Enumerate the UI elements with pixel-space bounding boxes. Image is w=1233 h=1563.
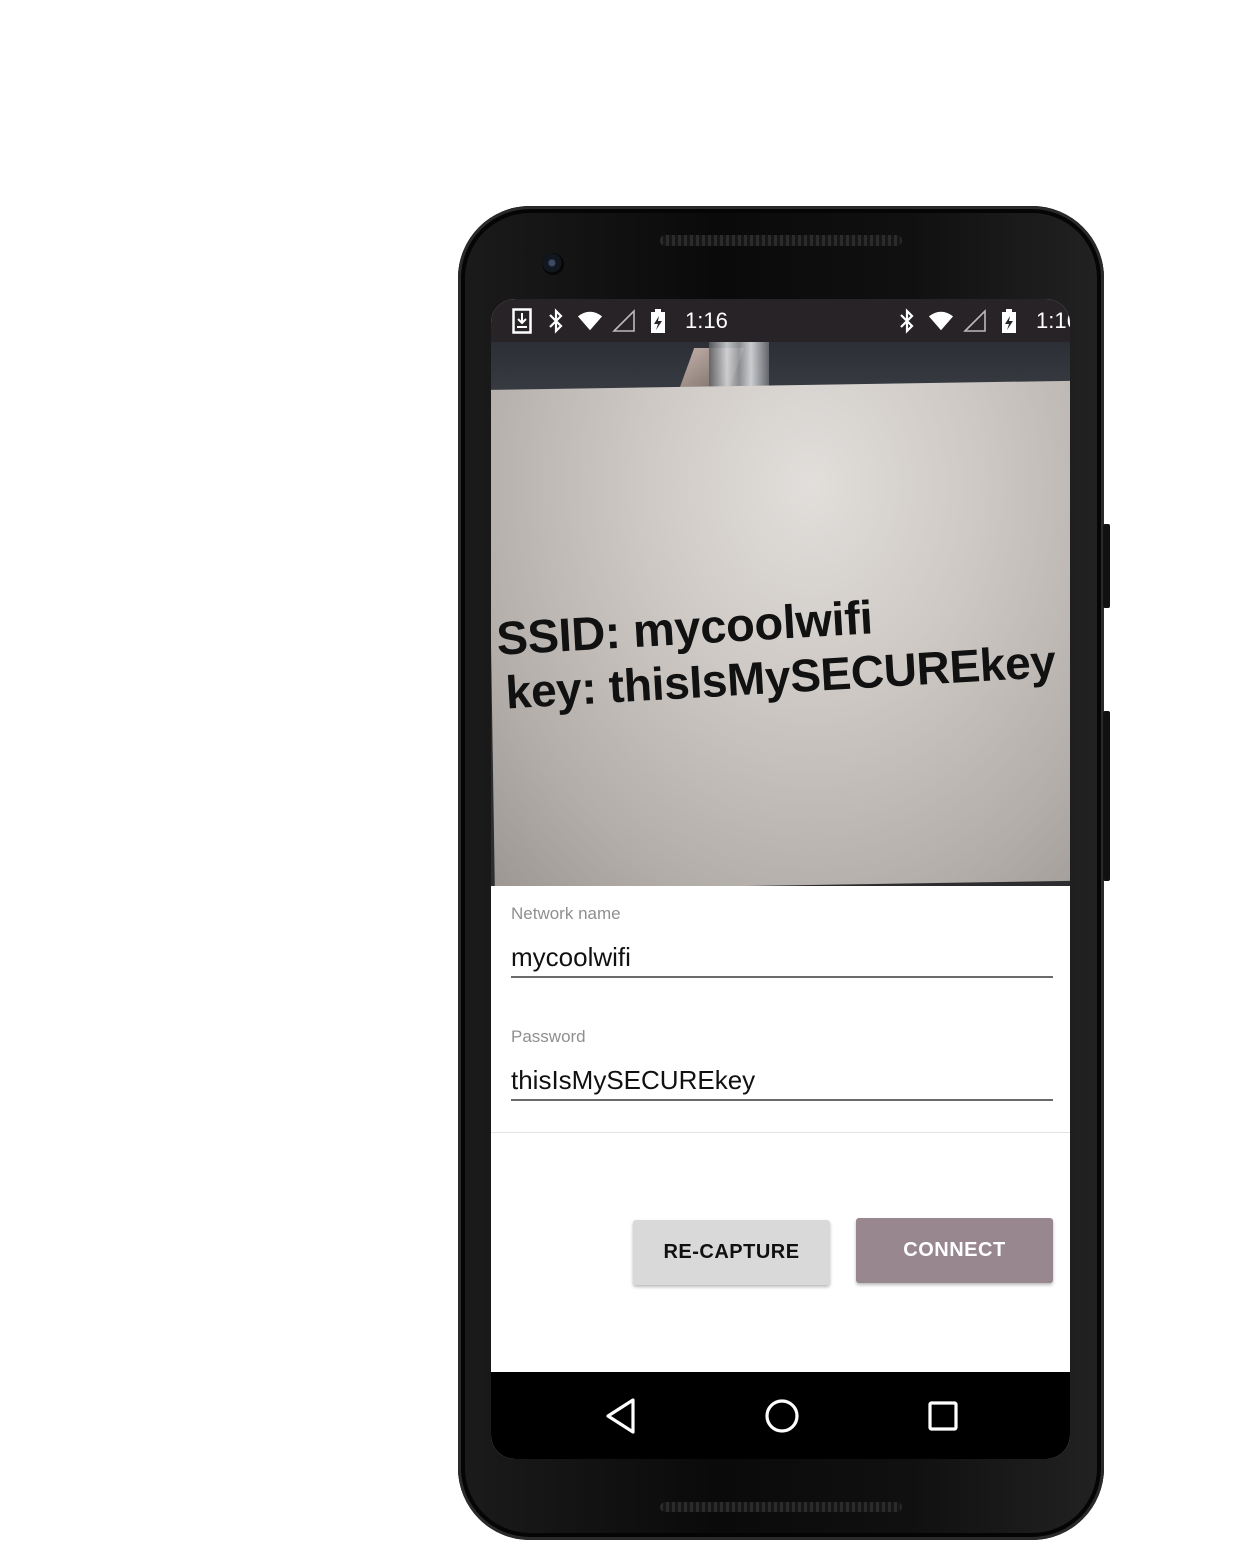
power-button — [1103, 711, 1110, 881]
recents-icon[interactable] — [919, 1392, 967, 1440]
network-name-label: Network name — [511, 904, 621, 923]
recapture-button[interactable]: RE-CAPTURE — [633, 1220, 830, 1285]
password-input[interactable] — [511, 1061, 1053, 1101]
device-mockup: 1:16 1:1 SSID: mycoolwifi key: thisIsMyS… — [0, 0, 1233, 1563]
captured-photo: SSID: mycoolwifi key: thisIsMySECUREkey — [491, 342, 1070, 886]
status-time-right: 1:16 — [1036, 307, 1070, 333]
status-bar-left: 1:16 — [509, 299, 728, 342]
volume-button — [1103, 524, 1110, 608]
bottom-speaker — [660, 1502, 902, 1512]
password-field: Password — [491, 1009, 1070, 1133]
wifi-icon — [577, 308, 603, 334]
battery-charging-icon — [996, 308, 1022, 334]
download-icon — [509, 307, 535, 334]
password-label: Password — [511, 1027, 586, 1046]
network-name-input[interactable] — [511, 938, 1053, 978]
cell-signal-icon — [611, 308, 637, 334]
bluetooth-icon — [543, 307, 569, 334]
front-camera-icon — [542, 253, 564, 275]
wifi-icon — [928, 308, 954, 334]
status-bar: 1:16 1:1 — [491, 299, 1070, 342]
home-icon[interactable] — [758, 1392, 806, 1440]
battery-charging-icon — [645, 308, 671, 334]
status-bar-right: 1:16 — [894, 299, 1070, 342]
phone-screen: 1:16 1:1 SSID: mycoolwifi key: thisIsMyS… — [491, 299, 1070, 1459]
back-icon[interactable] — [597, 1392, 645, 1440]
earpiece-speaker — [660, 235, 902, 246]
connect-button[interactable]: CONNECT — [856, 1218, 1053, 1283]
bluetooth-icon — [894, 307, 920, 334]
navigation-bar — [491, 1372, 1070, 1459]
cell-signal-icon — [962, 308, 988, 334]
network-name-field: Network name — [491, 886, 1070, 1010]
status-time-left: 1:16 — [685, 307, 728, 333]
